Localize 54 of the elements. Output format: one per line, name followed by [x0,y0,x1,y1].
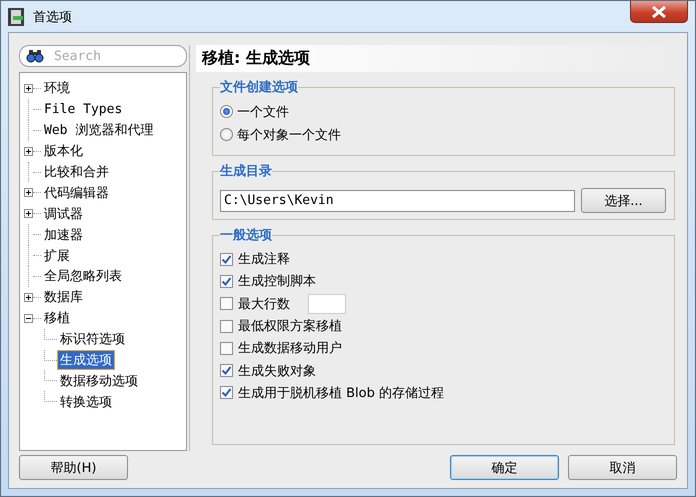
cancel-button[interactable]: 取消 [568,455,677,480]
tree-item[interactable]: 调试器 [41,204,86,224]
expander-icon[interactable] [24,84,33,93]
checkbox-label: 生成数据移动用户 [238,340,342,358]
tree-item[interactable]: 数据移动选项 [57,370,141,391]
radio-button[interactable] [220,105,233,118]
expander-icon[interactable] [24,209,33,218]
checkbox-label: 最大行数 [238,296,290,313]
tree-item[interactable]: Web 浏览器和代理 [41,120,156,140]
window-title: 首选项 [33,8,72,26]
number-field[interactable] [308,294,346,314]
checkbox[interactable] [220,342,233,355]
tree-item[interactable]: 代码编辑器 [41,182,112,203]
tree-item[interactable]: 环境 [41,78,73,98]
radio-label: 一个文件 [237,104,289,120]
checkbox-label: 生成控制脚本 [238,273,316,290]
checkbox-label: 生成失败对象 [238,362,316,380]
choose-button[interactable]: 选择... [581,188,666,213]
checkbox-label: 生成用于脱机移植 Blob 的存储过程 [238,384,444,402]
tree-item[interactable]: 扩展 [41,246,73,266]
checkbox[interactable] [220,386,233,400]
radio-button[interactable] [220,128,233,141]
tree-item[interactable]: 数据库 [41,287,86,308]
tree-item[interactable]: 标识符选项 [57,329,128,350]
tree-item[interactable]: 移植 [41,308,73,328]
checkbox[interactable] [220,297,233,310]
checkbox-label: 最低权限方案移植 [238,318,342,336]
checkbox[interactable] [220,320,233,333]
checkbox[interactable] [220,274,233,288]
tree-item[interactable]: File Types [41,100,126,118]
checkbox[interactable] [220,252,233,266]
close-icon [650,6,668,18]
group-title: 生成目录 [220,163,272,180]
tree-item[interactable]: 全局忽略列表 [41,266,125,286]
checkbox[interactable] [220,364,233,378]
expander-icon[interactable] [24,314,33,323]
tree-item[interactable]: 版本化 [41,141,86,162]
tree-item[interactable]: 生成选项 [57,350,115,370]
group-title: 文件创建选项 [220,78,298,96]
expander-icon[interactable] [24,188,33,198]
group-title: 一般选项 [220,227,272,244]
ok-button[interactable]: 确定 [450,455,559,480]
tree-item[interactable]: 比较和合并 [41,162,112,182]
expander-icon[interactable] [24,292,33,302]
expander-icon[interactable] [24,146,33,156]
directory-field[interactable]: C:\Users\Kevin [220,190,575,212]
tree-item[interactable]: 加速器 [41,224,86,245]
tree-item[interactable]: 转换选项 [57,392,115,412]
radio-label: 每个对象一个文件 [237,126,341,144]
close-button[interactable] [630,1,688,23]
help-button[interactable]: 帮助(H) [19,455,128,480]
app-icon [7,6,25,26]
search-field[interactable]: Search [19,45,187,67]
checkbox-label: 生成注释 [238,251,290,268]
